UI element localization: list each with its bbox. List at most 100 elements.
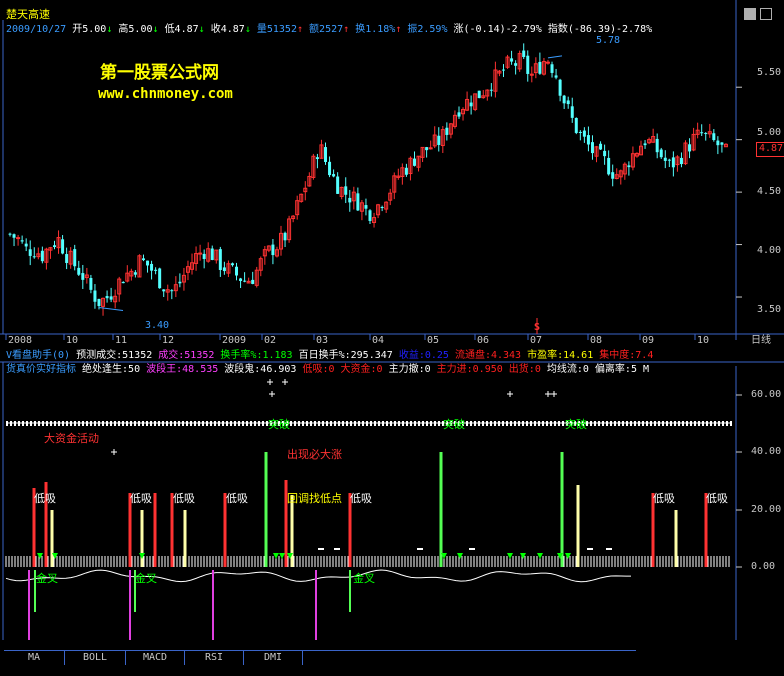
candle-body <box>566 100 570 105</box>
candle-body <box>170 290 174 292</box>
candle-body <box>109 296 113 300</box>
candle-body <box>162 289 166 292</box>
candle-body <box>24 243 28 247</box>
candle-body <box>364 205 368 209</box>
candle-body <box>251 279 255 284</box>
candle-body <box>73 249 77 267</box>
stock-chart-window: 楚天高速 2009/10/27 开5.00↓ 高5.00↓ 低4.87↓ 收4.… <box>0 0 784 676</box>
candle-body <box>40 250 44 262</box>
candle-body <box>239 278 243 282</box>
plus-marker-icon <box>282 379 288 385</box>
candle-body <box>586 135 590 145</box>
candle-body <box>28 249 32 256</box>
candle-body <box>700 132 704 134</box>
candle-body <box>210 248 214 260</box>
golden-cross-label: 金叉 <box>353 572 375 585</box>
candle-body <box>324 147 328 162</box>
candle-body <box>425 147 429 151</box>
candle-body <box>526 55 530 74</box>
candle-body <box>97 298 101 307</box>
candle-body <box>404 167 408 175</box>
candle-body <box>150 263 154 271</box>
candlestick-chart[interactable] <box>0 0 784 340</box>
dot-marker <box>606 548 612 550</box>
candle-body <box>77 267 81 275</box>
candle-body <box>121 281 125 284</box>
candle-body <box>222 267 226 272</box>
tab-rsi[interactable]: RSI <box>185 651 244 665</box>
breakout-label: 突破 <box>443 418 465 431</box>
candle-body <box>663 157 667 161</box>
tab-ma[interactable]: MA <box>4 651 65 665</box>
candle-body <box>437 135 441 145</box>
candle-body <box>20 240 24 242</box>
candle-body <box>554 75 558 78</box>
candle-body <box>328 161 332 176</box>
low-buy-label: 低吸 <box>173 492 195 505</box>
tab-macd[interactable]: MACD <box>126 651 185 665</box>
candle-body <box>603 150 607 157</box>
y-tick-label: 5.50 <box>757 67 782 78</box>
candle-body <box>133 272 137 275</box>
indicator-chart[interactable] <box>0 340 784 640</box>
candle-body <box>522 50 526 57</box>
candle-body <box>538 61 542 74</box>
y-tick-label: 60.00 <box>751 389 782 400</box>
low-buy-label: 低吸 <box>653 492 675 505</box>
plus-marker-icon <box>545 391 551 397</box>
tab-dmi[interactable]: DMI <box>244 651 303 665</box>
low-buy-label: 低吸 <box>706 492 728 505</box>
candle-body <box>344 186 348 195</box>
candle-body <box>332 174 336 177</box>
oscillator-line <box>5 569 632 583</box>
candle-body <box>574 117 578 133</box>
last-price-tag: 4.87 <box>756 142 784 157</box>
candle-body <box>271 244 275 256</box>
candle-body <box>716 140 720 146</box>
y-tick-label: 4.50 <box>757 186 782 197</box>
tab-boll[interactable]: BOLL <box>65 651 126 665</box>
candle-body <box>671 157 675 168</box>
candle-body <box>627 165 631 168</box>
signal-bar <box>674 510 678 567</box>
candle-body <box>146 260 150 266</box>
candle-body <box>52 245 56 248</box>
candle-body <box>32 256 36 258</box>
candle-body <box>570 106 574 118</box>
candle-body <box>158 268 162 289</box>
tab-bar-border <box>4 650 636 651</box>
candle-body <box>667 159 671 161</box>
low-buy-label: 低吸 <box>226 492 248 505</box>
candle-body <box>590 142 594 154</box>
dot-marker <box>587 548 593 550</box>
candle-body <box>489 89 493 91</box>
candle-body <box>578 131 582 133</box>
candle-body <box>141 258 145 261</box>
candle-body <box>545 61 550 64</box>
sell-marker: S <box>534 322 541 333</box>
candle-body <box>89 277 93 290</box>
plus-marker-icon <box>507 391 513 397</box>
dot-marker <box>469 548 475 550</box>
breakout-label: 突破 <box>268 418 290 431</box>
candle-body <box>348 197 352 203</box>
candle-body <box>235 266 239 276</box>
candle-body <box>558 79 562 96</box>
candle-body <box>607 157 611 175</box>
candle-body <box>16 237 21 240</box>
plus-marker-icon <box>551 391 557 397</box>
candle-body <box>380 207 384 209</box>
candle-body <box>501 69 505 71</box>
breakout-label: 突破 <box>565 418 587 431</box>
green-arrow-icon <box>537 553 543 559</box>
y-tick-label: 0.00 <box>751 561 776 572</box>
candle-body <box>283 232 287 241</box>
golden-cross-label: 金叉 <box>135 572 157 585</box>
candle-body <box>356 193 360 211</box>
candle-body <box>105 296 109 299</box>
candle-body <box>154 269 158 271</box>
candle-body <box>198 252 203 255</box>
candle-body <box>8 233 12 235</box>
y-tick-label: 40.00 <box>751 446 782 457</box>
candle-body <box>445 127 449 135</box>
